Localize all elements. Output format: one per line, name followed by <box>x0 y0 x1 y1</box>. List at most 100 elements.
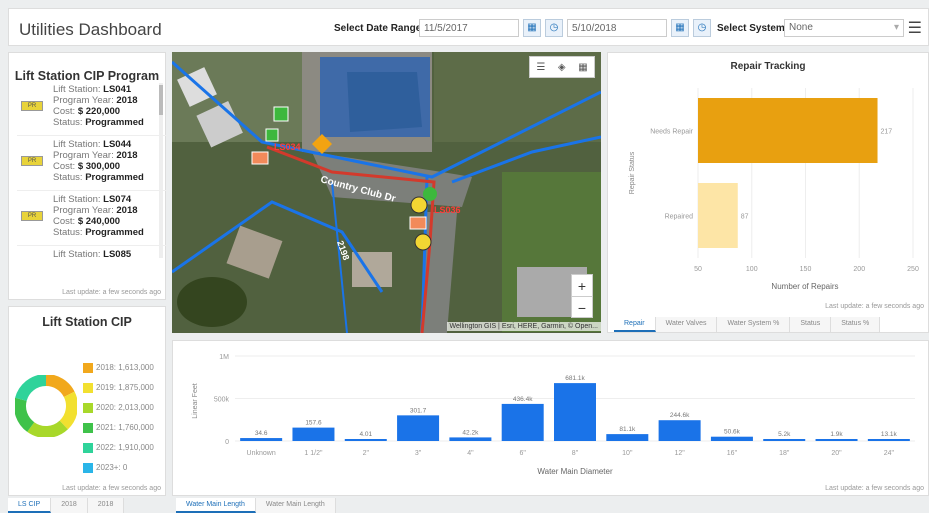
clock-end-icon[interactable]: ◷ <box>693 19 711 37</box>
cip-program-list[interactable]: PR Lift Station: LS041 Program Year: 201… <box>17 81 167 261</box>
station-field-label: Lift Station: <box>53 249 101 260</box>
calendar-end-icon[interactable]: ▦ <box>671 19 689 37</box>
water-main-value-label: 34.6 <box>255 430 268 437</box>
water-main-bar[interactable] <box>449 437 492 441</box>
cip-list-item[interactable]: PR Lift Station: LS085 Program Year: 201… <box>17 246 167 261</box>
water-main-bar[interactable] <box>554 383 596 441</box>
cip-list-item[interactable]: PR Lift Station: LS074 Program Year: 201… <box>17 191 167 246</box>
legend-swatch <box>83 443 93 453</box>
donut-slice[interactable] <box>59 391 77 430</box>
repair-bar[interactable] <box>698 183 738 248</box>
start-date-input[interactable] <box>419 19 519 37</box>
water-main-bar[interactable] <box>658 420 701 441</box>
zoom-in-button[interactable]: + <box>572 275 592 297</box>
station-field-label: Lift Station: <box>53 84 101 95</box>
status-value: Programmed <box>85 227 144 238</box>
water-main-category-label: 18" <box>779 450 790 457</box>
bottom-left-tab[interactable]: 2018 <box>51 498 88 513</box>
repair-chart-title: Repair Tracking <box>730 61 805 72</box>
cost-field-label: Cost: <box>53 161 76 172</box>
app-title: Utilities Dashboard <box>19 20 162 39</box>
repair-xtick-label: 50 <box>694 266 702 273</box>
bottom-mid-tab[interactable]: Water Main Length <box>255 498 336 513</box>
status-field-label: Status: <box>53 227 83 238</box>
cost-value: $ 300,000 <box>77 161 121 172</box>
clock-icon[interactable]: ◷ <box>545 19 563 37</box>
water-main-bar[interactable] <box>815 439 858 441</box>
water-main-bar[interactable] <box>763 439 806 441</box>
cip-item-text: Lift Station: LS074 Program Year: 2018 C… <box>53 194 144 238</box>
main-ytick-label: 1M <box>219 354 229 361</box>
water-main-category-label: 20" <box>831 450 842 457</box>
bottom-left-tab[interactable]: LS CIP <box>8 498 52 513</box>
repair-category-label: Repaired <box>665 214 694 221</box>
cip-item-text: Lift Station: LS044 Program Year: 2018 C… <box>53 139 144 183</box>
year-field-label: Program Year: <box>53 205 114 216</box>
water-main-bar[interactable] <box>867 439 910 441</box>
station-value: LS074 <box>103 194 132 205</box>
list-icon[interactable]: ☰ <box>536 62 545 73</box>
repair-x-axis-label: Number of Repairs <box>771 282 838 291</box>
cost-field-label: Cost: <box>53 106 76 117</box>
menu-icon[interactable]: ☰ <box>908 18 922 38</box>
water-main-bar[interactable] <box>501 403 544 441</box>
map-view[interactable]: Country Club Dr 2198 LS034 LS036 ☰ ◈ ▦ +… <box>172 52 601 333</box>
status-field-label: Status: <box>53 172 83 183</box>
legend-swatch <box>83 463 93 473</box>
bottom-mid-tab[interactable]: Water Main Length <box>176 498 256 513</box>
bottom-left-tab[interactable]: 2018 <box>87 498 125 513</box>
zoom-out-button[interactable]: − <box>572 297 592 319</box>
calendar-icon[interactable]: ▦ <box>523 19 541 37</box>
water-main-value-label: 4.01 <box>359 431 372 438</box>
repair-tracking-panel: Repair Tracking 50 100 150 200 250 Needs Repai… <box>607 52 929 333</box>
cip-donut-title: Lift Station CIP <box>42 315 132 329</box>
repair-tab[interactable]: Repair <box>614 317 656 332</box>
legend-label: 2020: 2,013,000 <box>96 403 154 413</box>
cost-field-label: Cost: <box>53 216 76 227</box>
repair-tab[interactable]: Status <box>790 317 832 332</box>
repair-tracking-chart: Repair Tracking 50 100 150 200 250 Needs Repai… <box>629 61 919 291</box>
water-main-bar[interactable] <box>397 415 440 441</box>
water-main-category-label: 4" <box>467 450 474 457</box>
repair-xtick-label: 150 <box>800 266 812 273</box>
repair-tab[interactable]: Status % <box>831 317 881 332</box>
water-main-bar[interactable] <box>240 438 283 441</box>
cip-list-item[interactable]: PR Lift Station: LS044 Program Year: 201… <box>17 136 167 191</box>
repair-updated: Last update: a few seconds ago <box>825 303 924 310</box>
water-main-bar[interactable] <box>344 439 387 441</box>
legend-swatch <box>83 423 93 433</box>
donut-slice[interactable] <box>27 420 68 437</box>
donut-slice[interactable] <box>15 397 35 432</box>
cip-scroll-thumb[interactable] <box>159 85 163 115</box>
layers-icon[interactable]: ◈ <box>558 62 566 73</box>
donut-slice[interactable] <box>15 375 47 402</box>
donut-legend-item: 2020: 2,013,000 <box>83 403 154 415</box>
basemap-icon[interactable]: ▦ <box>578 62 587 73</box>
water-main-bar[interactable] <box>606 434 649 441</box>
water-main-bar[interactable] <box>292 427 335 441</box>
water-main-category-label: 3" <box>415 450 422 457</box>
repair-tab[interactable]: Water System % <box>717 317 791 332</box>
year-field-label: Program Year: <box>53 260 114 261</box>
year-value: 2018 <box>116 205 138 216</box>
legend-swatch <box>83 363 93 373</box>
donut-legend-item: 2018: 1,613,000 <box>83 363 154 375</box>
repair-tab[interactable]: Water Valves <box>655 317 718 332</box>
legend-swatch <box>83 403 93 413</box>
select-system-dropdown[interactable]: None ▾ <box>784 19 904 37</box>
water-main-value-label: 301.7 <box>410 407 427 414</box>
water-main-bar[interactable] <box>710 436 753 441</box>
station-field-label: Lift Station: <box>53 194 101 205</box>
status-field-label: Status: <box>53 117 83 128</box>
repair-xtick-label: 100 <box>746 266 758 273</box>
cip-list-item[interactable]: PR Lift Station: LS041 Program Year: 201… <box>17 81 167 136</box>
water-main-category-label: 2" <box>363 450 370 457</box>
repair-bar[interactable] <box>698 98 878 163</box>
donut-slice[interactable] <box>45 375 75 398</box>
legend-label: 2018: 1,613,000 <box>96 363 154 373</box>
end-date-input[interactable] <box>567 19 667 37</box>
water-main-chart: 1M 500k 0 34.6 Unknown 157.6 1 1/2" 4.01 2" 301.7… <box>192 354 915 476</box>
water-main-value-label: 1.9k <box>830 431 843 438</box>
legend-label: 2022: 1,910,000 <box>96 443 154 453</box>
water-main-category-label: 6" <box>519 450 526 457</box>
